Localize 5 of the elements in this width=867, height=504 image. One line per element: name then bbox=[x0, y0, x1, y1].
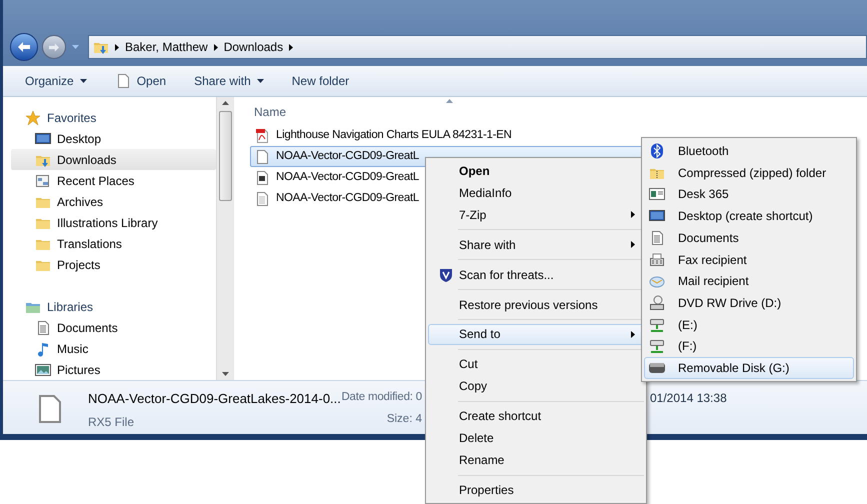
size-label: Size: 4 bbox=[386, 412, 422, 428]
details-file-type: RX5 File bbox=[88, 414, 136, 430]
date-modified-label: Date modified: 0 bbox=[341, 390, 422, 405]
date-modified-value: 01/2014 13:38 bbox=[650, 390, 727, 407]
details-file-name: NOAA-Vector-CGD09-GreatLakes-2014-0... bbox=[88, 390, 340, 408]
